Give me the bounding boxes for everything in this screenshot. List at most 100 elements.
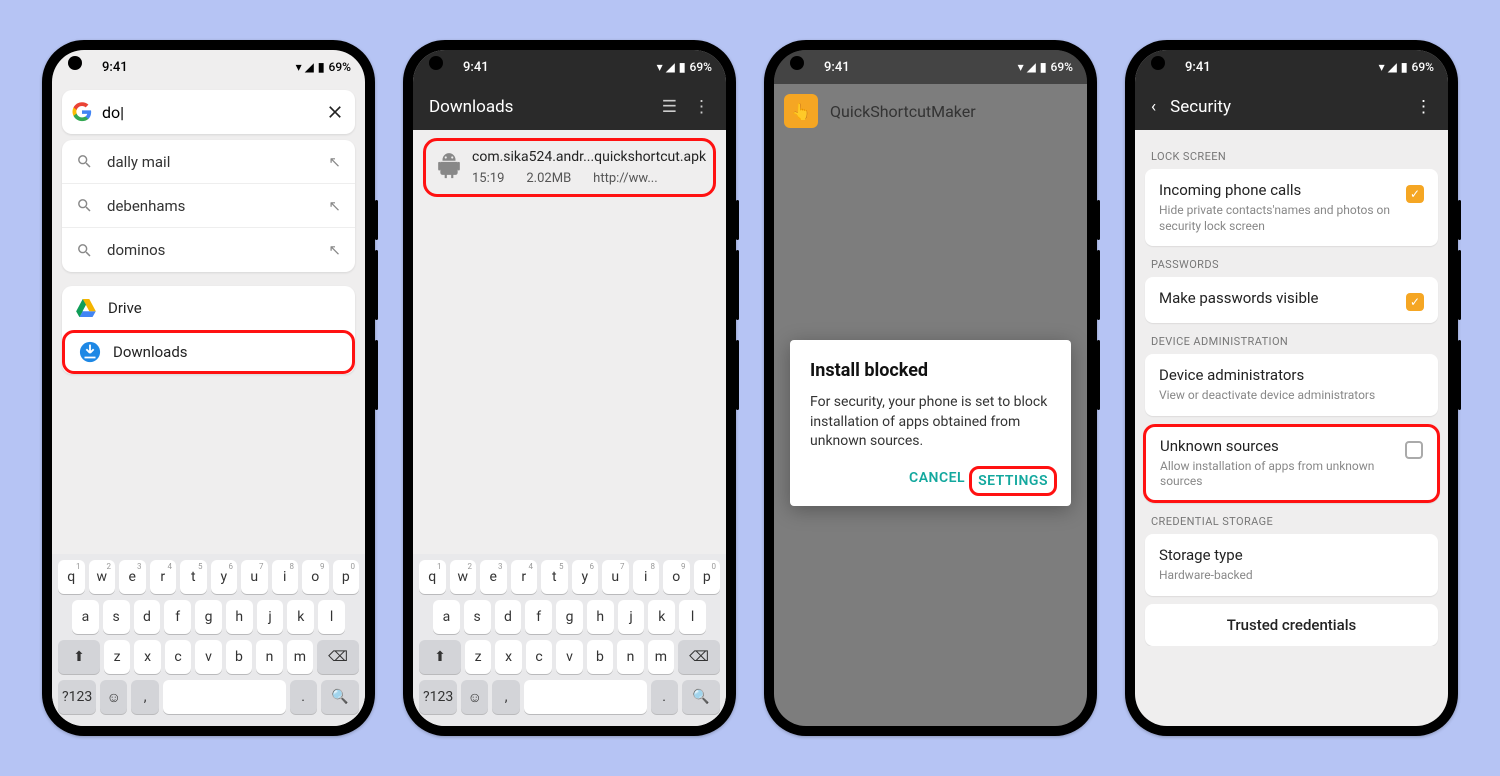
key-t[interactable]: t5 — [180, 560, 207, 594]
key-c[interactable]: c — [526, 640, 552, 674]
key-r[interactable]: r4 — [511, 560, 538, 594]
settings-button[interactable]: SETTINGS — [969, 466, 1057, 496]
key-n[interactable]: n — [256, 640, 282, 674]
category-credential-storage: CREDENTIAL STORAGE — [1151, 515, 1432, 528]
checkbox-icon[interactable] — [1405, 441, 1423, 459]
key-o[interactable]: o9 — [663, 560, 690, 594]
emoji-key[interactable]: ☺ — [100, 680, 127, 714]
checkbox-icon[interactable]: ✓ — [1406, 185, 1424, 203]
setting-trusted-credentials[interactable]: Trusted credentials — [1145, 604, 1438, 646]
suggestion-item[interactable]: debenhams ↖ — [62, 184, 355, 228]
shift-key[interactable]: ⬆ — [58, 640, 100, 674]
shift-key[interactable]: ⬆ — [419, 640, 461, 674]
cancel-button[interactable]: CANCEL — [909, 470, 965, 492]
key-b[interactable]: b — [226, 640, 252, 674]
setting-device-admins[interactable]: Device administratorsView or deactivate … — [1145, 354, 1438, 416]
key-h[interactable]: h — [226, 600, 253, 634]
spacebar[interactable] — [524, 680, 647, 714]
key-z[interactable]: z — [104, 640, 130, 674]
backspace-key[interactable]: ⌫ — [678, 640, 720, 674]
key-q[interactable]: q1 — [419, 560, 446, 594]
key-h[interactable]: h — [587, 600, 614, 634]
key-k[interactable]: k — [287, 600, 314, 634]
suggestion-item[interactable]: dominos ↖ — [62, 228, 355, 272]
back-icon[interactable]: ‹ — [1151, 97, 1156, 117]
key-r[interactable]: r4 — [150, 560, 177, 594]
key-m[interactable]: m — [287, 640, 313, 674]
key-y[interactable]: y6 — [211, 560, 238, 594]
key-f[interactable]: f — [164, 600, 191, 634]
key-l[interactable]: l — [679, 600, 706, 634]
key-c[interactable]: c — [165, 640, 191, 674]
setting-storage-type[interactable]: Storage typeHardware-backed — [1145, 534, 1438, 596]
key-d[interactable]: d — [495, 600, 522, 634]
key-g[interactable]: g — [556, 600, 583, 634]
key-q[interactable]: q1 — [58, 560, 85, 594]
key-x[interactable]: x — [495, 640, 521, 674]
key-e[interactable]: e3 — [480, 560, 507, 594]
keyboard[interactable]: q1w2e3r4t5y6u7i8o9p0 asdfghjkl ⬆zxcvbnm⌫… — [52, 554, 365, 726]
key-v[interactable]: v — [195, 640, 221, 674]
dialog-title: Install blocked — [810, 360, 1051, 381]
status-icons: ▾ ◢ ▮ 69% — [657, 60, 712, 74]
numeric-key[interactable]: ?123 — [419, 680, 457, 714]
download-file-row[interactable]: com.sika524.andr...quickshortcut.apk 15:… — [423, 138, 716, 197]
key-s[interactable]: s — [464, 600, 491, 634]
key-n[interactable]: n — [617, 640, 643, 674]
key-z[interactable]: z — [465, 640, 491, 674]
key-d[interactable]: d — [134, 600, 161, 634]
insert-icon[interactable]: ↖ — [328, 153, 341, 171]
enter-key[interactable]: 🔍 — [682, 680, 720, 714]
key-j[interactable]: j — [257, 600, 284, 634]
checkbox-icon[interactable]: ✓ — [1406, 293, 1424, 311]
search-input[interactable] — [102, 103, 325, 122]
key-i[interactable]: i8 — [272, 560, 299, 594]
app-downloads[interactable]: Downloads — [62, 330, 355, 374]
key-w[interactable]: w2 — [450, 560, 477, 594]
search-bar[interactable] — [62, 90, 355, 134]
spacebar[interactable] — [163, 680, 286, 714]
close-icon[interactable] — [325, 102, 345, 122]
suggestion-item[interactable]: dally mail ↖ — [62, 140, 355, 184]
insert-icon[interactable]: ↖ — [328, 241, 341, 259]
enter-key[interactable]: 🔍 — [321, 680, 359, 714]
app-drive[interactable]: Drive — [62, 286, 355, 330]
key-b[interactable]: b — [587, 640, 613, 674]
numeric-key[interactable]: ?123 — [58, 680, 96, 714]
key-f[interactable]: f — [525, 600, 552, 634]
sort-icon[interactable]: ☰ — [662, 97, 677, 117]
overflow-icon[interactable]: ⋮ — [1415, 97, 1432, 117]
key-k[interactable]: k — [648, 600, 675, 634]
insert-icon[interactable]: ↖ — [328, 197, 341, 215]
key-i[interactable]: i8 — [633, 560, 660, 594]
key-p[interactable]: p0 — [333, 560, 360, 594]
key-s[interactable]: s — [103, 600, 130, 634]
key-e[interactable]: e3 — [119, 560, 146, 594]
key-p[interactable]: p0 — [694, 560, 721, 594]
setting-password-visible[interactable]: Make passwords visible ✓ — [1145, 277, 1438, 323]
key-y[interactable]: y6 — [572, 560, 599, 594]
status-bar: 9:41 ▾ ◢ ▮ 69% — [1135, 50, 1448, 84]
key-u[interactable]: u7 — [602, 560, 629, 594]
camera-cutout — [429, 56, 443, 70]
category-device-admin: DEVICE ADMINISTRATION — [1151, 335, 1432, 348]
setting-incoming-calls[interactable]: Incoming phone callsHide private contact… — [1145, 169, 1438, 246]
keyboard[interactable]: q1w2e3r4t5y6u7i8o9p0 asdfghjkl ⬆zxcvbnm⌫… — [413, 554, 726, 726]
key-o[interactable]: o9 — [302, 560, 329, 594]
key-u[interactable]: u7 — [241, 560, 268, 594]
key-w[interactable]: w2 — [89, 560, 116, 594]
key-g[interactable]: g — [195, 600, 222, 634]
backspace-key[interactable]: ⌫ — [317, 640, 359, 674]
key-x[interactable]: x — [134, 640, 160, 674]
key-j[interactable]: j — [618, 600, 645, 634]
setting-unknown-sources[interactable]: Unknown sourcesAllow installation of app… — [1143, 424, 1440, 503]
emoji-key[interactable]: ☺ — [461, 680, 488, 714]
camera-cutout — [68, 56, 82, 70]
key-m[interactable]: m — [648, 640, 674, 674]
key-v[interactable]: v — [556, 640, 582, 674]
key-l[interactable]: l — [318, 600, 345, 634]
key-a[interactable]: a — [72, 600, 99, 634]
overflow-icon[interactable]: ⋮ — [693, 97, 710, 117]
key-t[interactable]: t5 — [541, 560, 568, 594]
key-a[interactable]: a — [433, 600, 460, 634]
